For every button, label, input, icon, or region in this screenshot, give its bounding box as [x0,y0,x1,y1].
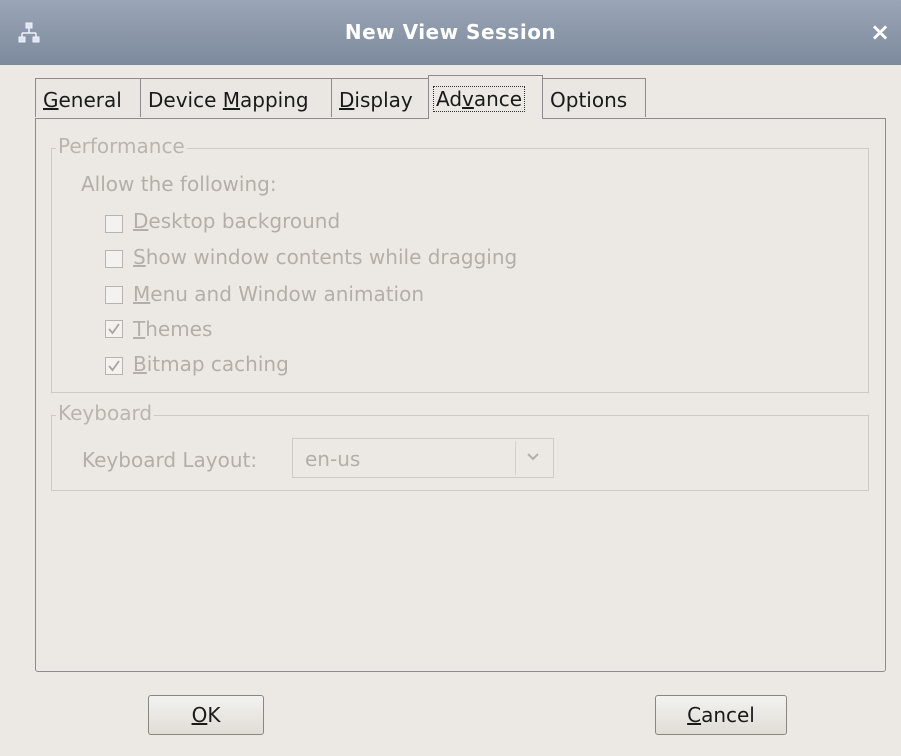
checkmark-icon [108,323,120,335]
desktop-background-label: Desktop background [133,209,340,233]
cancel-label: ancel [701,703,755,727]
cancel-mnemonic: C [687,703,702,727]
cancel-button[interactable]: Cancel [655,695,787,735]
menu-window-animation-label: Menu and Window animation [133,282,424,306]
themes-checkbox[interactable] [105,320,123,338]
tab-general-mnemonic: G [43,88,59,112]
tab-device-mapping-pre: Device [148,88,223,112]
show-window-contents-label: Show window contents while dragging [133,245,517,269]
menu-window-animation-mnemonic: M [133,282,151,306]
tab-focus-ring: Advance [433,86,526,112]
ok-button[interactable]: OK [148,695,264,735]
tab-device-mapping-mnemonic: M [222,88,241,112]
keyboard-group-title: Keyboard [56,401,155,425]
ok-mnemonic: O [191,703,208,727]
keyboard-layout-value: en-us [305,447,361,471]
show-window-contents-text: how window contents while dragging [145,245,518,269]
themes-label: Themes [133,317,212,341]
menu-window-animation-checkbox[interactable] [105,286,123,304]
tab-advance-pre: Ad [436,87,463,111]
bitmap-caching-label: Bitmap caching [133,352,289,376]
allow-following-label: Allow the following: [81,172,277,196]
chevron-down-icon [527,453,539,461]
window-title: New View Session [344,20,557,44]
desktop-background-text: esktop background [148,209,341,233]
tab-advance-label: ance [473,87,523,111]
tab-general[interactable]: General [35,78,141,117]
desktop-background-mnemonic: D [133,209,149,233]
show-window-contents-checkbox[interactable] [105,250,123,268]
menu-window-animation-text: enu and Window animation [150,282,425,306]
keyboard-layout-label: Keyboard Layout: [82,448,258,472]
tab-options[interactable]: Options [542,78,646,117]
tab-advance[interactable]: Advance [428,75,543,119]
tab-display-mnemonic: D [339,88,355,112]
tab-display[interactable]: Display [331,78,429,117]
themes-text: hemes [145,317,213,341]
performance-group-title: Performance [56,134,187,158]
bitmap-caching-text: itmap caching [146,352,289,376]
keyboard-layout-select[interactable]: en-us [292,438,554,478]
tab-device-mapping[interactable]: Device Mapping [140,78,332,117]
themes-mnemonic: T [133,317,146,341]
keyboard-layout-dropdown-button[interactable] [515,441,551,475]
bitmap-caching-mnemonic: B [133,352,147,376]
bitmap-caching-checkbox[interactable] [105,357,123,375]
show-window-contents-mnemonic: S [133,245,146,269]
checkmark-icon [108,360,120,372]
tab-device-mapping-label: apping [240,88,309,112]
tab-general-label: eneral [58,88,122,112]
title-bar[interactable]: New View Session × [0,0,901,65]
desktop-background-checkbox[interactable] [105,215,123,233]
tab-advance-mnemonic: v [462,87,474,111]
close-icon[interactable]: × [867,18,893,46]
ok-label: K [207,703,221,727]
tab-display-label: isplay [354,88,413,112]
tab-options-label: Options [550,88,628,112]
